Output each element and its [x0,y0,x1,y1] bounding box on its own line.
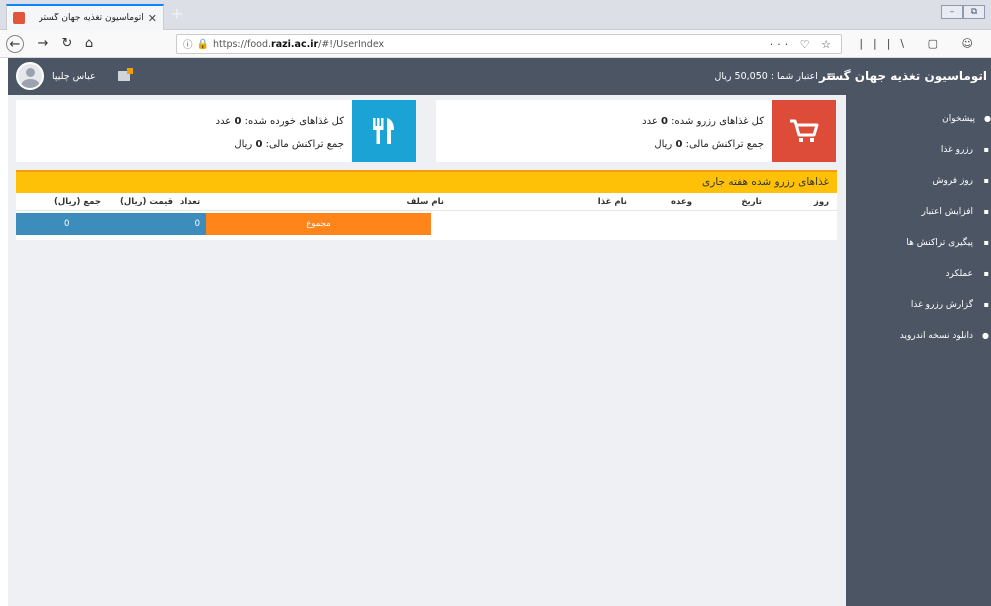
notification-icon[interactable] [117,68,133,81]
window-controls: – ⧉ [941,5,985,19]
back-button[interactable]: ← [6,35,24,53]
sidebar-item-reserve[interactable]: ▪ رزرو غذا [846,134,991,165]
avatar[interactable] [16,62,44,90]
totals-row: 0 0 مجموع [16,211,837,235]
lock-icon: 🔒 [196,38,209,50]
sidebar-item-dashboard[interactable]: ● پیشخوان [846,103,991,134]
cart-icon [772,100,836,162]
minimize-button[interactable]: – [941,5,963,19]
sidebar-item-transactions[interactable]: ▪ پیگیری تراکنش ها [846,227,991,258]
sidebar-item-sale-day[interactable]: ▪ روز فروش [846,165,991,196]
android-icon: ● [982,330,989,340]
col-date: تاریخ [741,197,762,207]
main-content: کل غذاهای رزرو شده: 0 عدد جمع تراکنش مال… [8,95,846,606]
weekly-reservations-panel: غذاهای رزرو شده هفته جاری روز تاریخ وعده… [16,170,837,240]
total-qty: 0 [106,213,206,235]
sidebar-item-android[interactable]: ● دانلود نسخه اندروید [846,320,991,351]
reserved-count: کل غذاهای رزرو شده: 0 عدد [642,116,764,127]
browser-toolbar-icons[interactable]: |||\ ▢ ☺ [859,37,983,50]
dashboard-icon: ● [984,113,991,123]
home-icon[interactable]: ⌂ [80,35,98,53]
sidebar-item-performance[interactable]: ▪ عملکرد [846,258,991,289]
eaten-count: کل غذاهای خورده شده: 0 عدد [215,116,344,127]
credit-icon: ▪ [983,206,989,216]
col-meal: وعده [670,197,692,207]
url-text: https://food.razi.ac.ir/#!/UserIndex [212,38,385,50]
credit-text: اعتبار شما : 50,050 ریال [714,70,818,82]
cutlery-icon [352,100,416,162]
info-icon[interactable]: ⓘ [183,37,193,51]
forward-button[interactable]: → [34,35,52,53]
transaction-icon: ▪ [983,237,989,247]
app-header: ≡ اعتبار شما : 50,050 ریال عباس چلیپا [8,58,846,95]
sidebar: اتوماسیون تغذیه جهان گستر ● پیشخوان ▪ رزرو… [819,58,991,606]
report-icon: ▪ [983,299,989,309]
browser-tabbar: ✕ اتوماسیون تغذیه جهان گستر + – ⧉ [0,0,991,30]
app-brand: اتوماسیون تغذیه جهان گستر [819,69,987,83]
sidebar-menu: ● پیشخوان ▪ رزرو غذا ▪ روز فروش ▪ افزایش اعت… [846,103,991,351]
sidebar-item-report[interactable]: ▪ گزارش رزرو غذا [846,289,991,320]
panel-title: غذاهای رزرو شده هفته جاری [16,172,837,193]
table-header: روز تاریخ وعده نام غذا نام سلف تعداد قیم… [16,193,837,211]
totals-label: مجموع [206,213,431,235]
credit-display: ≡ اعتبار شما : 50,050 ریال [714,69,836,83]
col-day: روز [813,197,829,207]
reserved-stats-box: کل غذاهای رزرو شده: 0 عدد جمع تراکنش مال… [436,100,836,162]
performance-icon: ▪ [983,268,989,278]
user-area[interactable]: عباس چلیپا [16,62,133,90]
sale-icon: ▪ [983,175,989,185]
reserved-stats-text: کل غذاهای رزرو شده: 0 عدد جمع تراکنش مال… [642,110,764,156]
url-bar[interactable]: ⓘ 🔒 https://food.razi.ac.ir/#!/UserIndex… [176,34,842,54]
tab-title: اتوماسیون تغذیه جهان گستر [38,13,144,23]
col-total: جمع (ریال) [54,197,102,207]
app: ≡ اعتبار شما : 50,050 ریال عباس چلیپا ات… [0,58,991,606]
favicon-icon [13,12,25,24]
browser-navbar: ← → ↻ ⌂ ⓘ 🔒 https://food.razi.ac.ir/#!/U… [0,30,991,58]
page-actions[interactable]: ··· ♡ ☆ [770,38,835,51]
reload-button[interactable]: ↻ [58,35,76,53]
tab-close-icon[interactable]: ✕ [148,12,157,25]
col-food: نام غذا [597,197,627,207]
sidebar-item-credit[interactable]: ▪ افزایش اعتبار [846,196,991,227]
col-qty: تعداد [180,197,201,207]
user-name[interactable]: عباس چلیپا [52,71,96,82]
col-price: قیمت (ریال) [120,197,174,207]
new-tab-button[interactable]: + [168,6,186,24]
browser-tab[interactable]: ✕ اتوماسیون تغذیه جهان گستر [6,4,164,30]
restore-button[interactable]: ⧉ [963,5,985,19]
eaten-stats-box: کل غذاهای خورده شده: 0 عدد جمع تراکنش ما… [16,100,416,162]
total-amount: 0 [16,213,106,235]
col-self: نام سلف [406,197,444,207]
reserved-amount: جمع تراکنش مالی: 0 ریال [654,139,764,150]
reserve-icon: ▪ [983,144,989,154]
eaten-stats-text: کل غذاهای خورده شده: 0 عدد جمع تراکنش ما… [216,110,344,156]
eaten-amount: جمع تراکنش مالی: 0 ریال [234,139,344,150]
